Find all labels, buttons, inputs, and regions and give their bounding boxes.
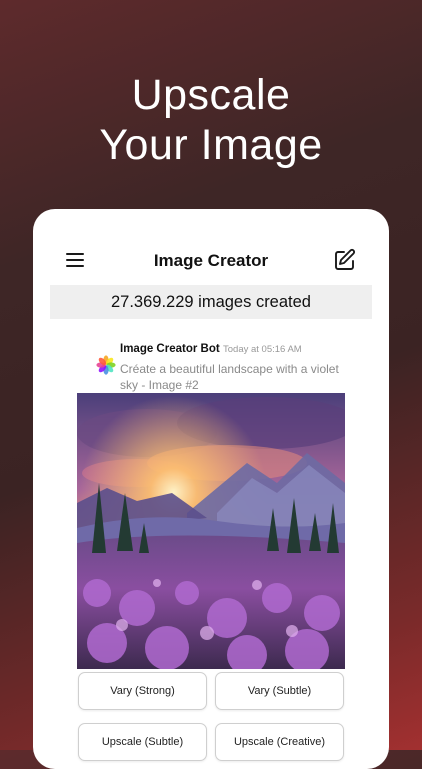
prompt-text: Créate a beautiful landscape with a viol… (120, 362, 339, 392)
generated-landscape-image[interactable] (77, 393, 345, 669)
app-screen: Image Creator 27.369.229 images created … (33, 209, 389, 769)
sender-name: Image Creator Bot (120, 343, 220, 355)
upscale-subtle-button[interactable]: Upscale (Subtle) (78, 723, 207, 761)
compose-icon[interactable] (333, 248, 357, 272)
upscale-creative-button[interactable]: Upscale (Creative) (215, 723, 344, 761)
images-created-counter: 27.369.229 images created (50, 285, 372, 319)
hero-line-2: Your Image (99, 121, 323, 169)
vary-strong-button[interactable]: Vary (Strong) (78, 672, 207, 710)
photos-flower-icon (96, 355, 116, 375)
hero-headline: Upscale Your Image (0, 70, 422, 170)
vary-subtle-button[interactable]: Vary (Subtle) (215, 672, 344, 710)
navigation-bar: Image Creator (33, 209, 389, 285)
message-timestamp: Today at 05:16 AM (223, 344, 302, 355)
hero-line-1: Upscale (131, 71, 291, 119)
